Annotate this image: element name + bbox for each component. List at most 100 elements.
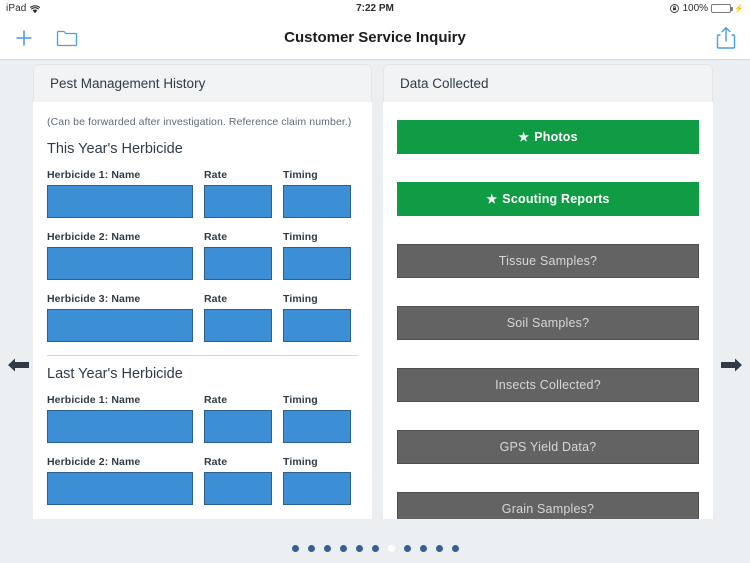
herbicide-name-input[interactable]	[47, 247, 193, 280]
button-label: Photos	[534, 130, 578, 144]
field-label: Timing	[283, 231, 318, 243]
page-title: Customer Service Inquiry	[284, 29, 466, 46]
section-title-this-year: This Year's Herbicide	[47, 141, 183, 157]
page-dot[interactable]	[307, 545, 315, 552]
form-stage: Pest Management History (Can be forwarde…	[0, 60, 750, 563]
timing-input[interactable]	[283, 247, 351, 280]
page-dot[interactable]	[419, 545, 427, 552]
button-grain-samples[interactable]: Grain Samples?	[397, 492, 699, 519]
field-group-rate: Rate	[204, 394, 272, 443]
timing-input[interactable]	[283, 472, 351, 505]
herbicide-row: Herbicide 3: Name Rate Timing	[47, 518, 358, 519]
field-label: Rate	[204, 293, 228, 305]
herbicide-row: Herbicide 3: Name Rate Timing	[47, 293, 358, 342]
field-group-herbicide-name: Herbicide 3: Name	[47, 518, 193, 519]
field-group-herbicide-name: Herbicide 1: Name	[47, 394, 193, 443]
field-label: Rate	[204, 456, 228, 468]
field-label: Herbicide 2: Name	[47, 231, 141, 243]
panel-container: Pest Management History (Can be forwarde…	[0, 60, 750, 519]
herbicide-name-input[interactable]	[47, 472, 193, 505]
section-title-last-year: Last Year's Herbicide	[47, 366, 183, 382]
clock-label: 7:22 PM	[356, 2, 394, 14]
button-tissue-samples[interactable]: Tissue Samples?	[397, 244, 699, 278]
status-bar-right: 100% ⚡	[670, 3, 744, 14]
field-group-herbicide-name: Herbicide 3: Name	[47, 293, 193, 342]
herbicide-name-input[interactable]	[47, 410, 193, 443]
button-photos[interactable]: ★ Photos	[397, 120, 699, 154]
page-dot[interactable]	[339, 545, 347, 552]
rate-input[interactable]	[204, 410, 272, 443]
field-label: Timing	[283, 169, 318, 181]
field-group-herbicide-name: Herbicide 1: Name	[47, 169, 193, 218]
toolbar-left-actions	[14, 28, 78, 48]
field-group-timing: Timing	[283, 394, 351, 443]
page-dot[interactable]	[451, 545, 459, 552]
battery-icon	[711, 3, 734, 13]
page-dot[interactable]	[371, 545, 379, 552]
field-label: Herbicide 3: Name	[47, 518, 193, 519]
star-icon: ★	[486, 192, 498, 206]
status-bar: iPad 7:22 PM 100% ⚡	[0, 0, 750, 16]
field-group-timing: Timing	[283, 169, 351, 218]
rate-input[interactable]	[204, 472, 272, 505]
share-icon[interactable]	[716, 26, 736, 50]
field-label: Timing	[283, 394, 318, 406]
button-insects-collected[interactable]: Insects Collected?	[397, 368, 699, 402]
field-group-rate: Rate	[204, 169, 272, 218]
rate-input[interactable]	[204, 309, 272, 342]
field-group-rate: Rate	[204, 231, 272, 280]
field-group-rate: Rate	[204, 518, 272, 519]
button-label: GPS Yield Data?	[499, 440, 597, 454]
form-note: (Can be forwarded after investigation. R…	[47, 116, 352, 128]
button-label: Insects Collected?	[495, 378, 601, 392]
herbicide-row: Herbicide 1: Name Rate Timing	[47, 394, 358, 443]
button-scouting-reports[interactable]: ★ Scouting Reports	[397, 182, 699, 216]
page-dot-active[interactable]	[387, 545, 395, 552]
field-label: Rate	[204, 518, 272, 519]
page-dot[interactable]	[323, 545, 331, 552]
left-panel-header: Pest Management History	[33, 64, 372, 102]
field-label: Herbicide 2: Name	[47, 456, 141, 468]
field-group-herbicide-name: Herbicide 2: Name	[47, 231, 193, 280]
timing-input[interactable]	[283, 185, 351, 218]
panel-data-collected: Data Collected ★ Photos ★ Scouting Repor…	[383, 64, 713, 519]
field-label: Herbicide 1: Name	[47, 169, 141, 181]
timing-input[interactable]	[283, 410, 351, 443]
section-divider	[47, 355, 358, 356]
panel-pest-management-history: Pest Management History (Can be forwarde…	[33, 64, 372, 519]
button-label: Scouting Reports	[502, 192, 610, 206]
herbicide-row: Herbicide 1: Name Rate Timing	[47, 169, 358, 218]
button-soil-samples[interactable]: Soil Samples?	[397, 306, 699, 340]
button-label: Tissue Samples?	[498, 254, 598, 268]
rate-input[interactable]	[204, 247, 272, 280]
field-group-rate: Rate	[204, 293, 272, 342]
field-group-timing: Timing	[283, 293, 351, 342]
right-panel-body: ★ Photos ★ Scouting Reports Tissue Sampl…	[383, 102, 713, 519]
page-dot[interactable]	[355, 545, 363, 552]
rate-input[interactable]	[204, 185, 272, 218]
herbicide-name-input[interactable]	[47, 185, 193, 218]
page-dot[interactable]	[403, 545, 411, 552]
field-group-timing: Timing	[283, 231, 351, 280]
field-label: Timing	[283, 293, 318, 305]
battery-percent-label: 100%	[682, 2, 709, 14]
page-dot[interactable]	[291, 545, 299, 552]
plus-icon[interactable]	[14, 28, 34, 48]
field-label: Timing	[283, 456, 318, 468]
field-label: Herbicide 1: Name	[47, 394, 141, 406]
timing-input[interactable]	[283, 309, 351, 342]
right-panel-header: Data Collected	[383, 64, 713, 102]
button-label: Grain Samples?	[501, 502, 595, 516]
field-label: Rate	[204, 394, 228, 406]
field-label: Rate	[204, 169, 228, 181]
herbicide-row: Herbicide 2: Name Rate Timing	[47, 231, 358, 280]
herbicide-row: Herbicide 2: Name Rate Timing	[47, 456, 358, 505]
button-gps-yield-data[interactable]: GPS Yield Data?	[397, 430, 699, 464]
page-dot[interactable]	[435, 545, 443, 552]
toolbar: Customer Service Inquiry	[0, 16, 750, 60]
herbicide-name-input[interactable]	[47, 309, 193, 342]
button-label: Soil Samples?	[506, 316, 590, 330]
folder-icon[interactable]	[56, 29, 78, 47]
field-label: Herbicide 3: Name	[47, 293, 141, 305]
lightning-bolt-icon: ⚡	[734, 3, 744, 13]
